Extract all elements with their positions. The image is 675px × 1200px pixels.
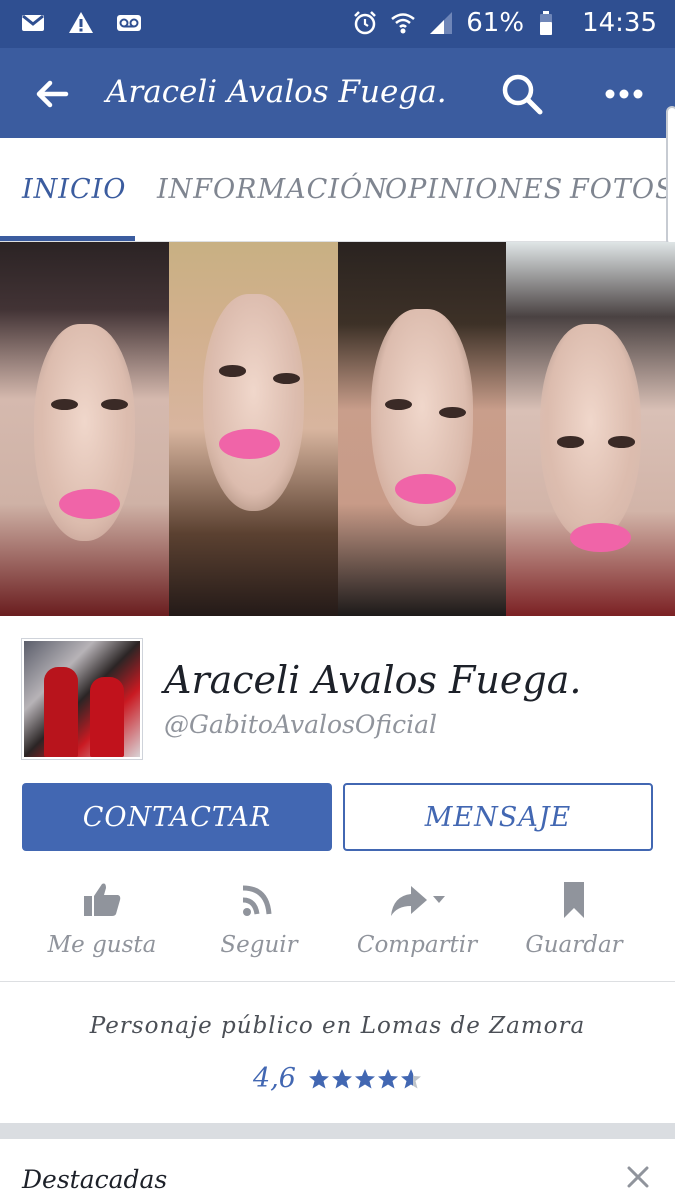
cover-photo-panel <box>337 242 507 616</box>
voicemail-icon <box>117 15 141 31</box>
active-tab-indicator <box>0 236 135 241</box>
search-icon[interactable] <box>498 70 546 118</box>
gmail-icon <box>22 14 44 31</box>
follow-label: Seguir <box>220 932 298 958</box>
tabs-scroll-handle[interactable] <box>666 106 675 246</box>
rating-stars <box>308 1068 422 1090</box>
share-icon <box>391 886 445 916</box>
tab-fotos[interactable]: FOTOS <box>570 174 675 205</box>
like-action[interactable]: Me gusta <box>18 870 186 982</box>
wifi-icon <box>391 13 416 34</box>
about-section: Personaje público en Lomas de Zamora 4,6 <box>0 983 675 1123</box>
star-icon <box>377 1068 398 1088</box>
follow-action[interactable]: Seguir <box>175 870 343 982</box>
action-row: Me gusta Seguir Compartir Guardar <box>0 870 675 982</box>
page-handle: @GabitoAvalosOficial <box>164 710 437 739</box>
tab-informacion[interactable]: INFORMACIÓN <box>157 174 388 205</box>
cover-photo-panel <box>506 242 675 616</box>
status-bar: 61% 14:35 <box>0 0 675 48</box>
share-label: Compartir <box>356 932 478 958</box>
like-icon <box>84 883 121 916</box>
tab-opiniones[interactable]: OPINIONES <box>385 174 563 205</box>
message-button[interactable]: MENSAJE <box>343 783 653 851</box>
back-arrow-icon[interactable] <box>30 72 74 116</box>
section-divider <box>0 1123 675 1139</box>
cover-photo-panel <box>0 242 169 616</box>
featured-title: Destacadas <box>22 1165 168 1194</box>
cover-photo[interactable] <box>0 242 675 616</box>
page-tabs: INICIO INFORMACIÓN OPINIONES FOTOS <box>0 138 675 242</box>
signal-icon <box>430 12 453 34</box>
cover-photo-panel <box>168 242 338 616</box>
profile-avatar[interactable] <box>22 639 142 759</box>
contact-button[interactable]: CONTACTAR <box>22 783 332 851</box>
tab-inicio[interactable]: INICIO <box>22 174 126 205</box>
save-label: Guardar <box>525 932 623 958</box>
more-icon[interactable] <box>600 72 648 116</box>
rating-row[interactable]: 4,6 <box>0 1063 675 1094</box>
alarm-icon <box>354 11 377 35</box>
bookmark-icon <box>564 882 584 918</box>
star-icon <box>308 1068 329 1088</box>
star-icon <box>354 1068 375 1088</box>
app-bar: Araceli Avalos Fuega. <box>0 48 675 138</box>
star-icon <box>331 1068 352 1088</box>
rating-value: 4,6 <box>253 1063 296 1094</box>
battery-icon <box>540 11 553 35</box>
app-bar-title: Araceli Avalos Fuega. <box>106 74 447 110</box>
share-action[interactable]: Compartir <box>333 870 501 982</box>
profile-header: Araceli Avalos Fuega. @GabitoAvalosOfici… <box>0 616 675 766</box>
close-icon[interactable] <box>624 1163 652 1191</box>
like-label: Me gusta <box>47 932 157 958</box>
clock: 14:35 <box>582 8 657 38</box>
page-category[interactable]: Personaje público en Lomas de Zamora <box>0 1013 675 1039</box>
save-action[interactable]: Guardar <box>490 870 658 982</box>
warning-icon <box>69 12 93 33</box>
star-icon <box>400 1068 421 1088</box>
battery-percent: 61% <box>466 8 525 38</box>
page-name: Araceli Avalos Fuega. <box>164 658 582 702</box>
featured-section: Destacadas <box>0 1139 675 1200</box>
follow-rss-icon <box>242 885 272 916</box>
